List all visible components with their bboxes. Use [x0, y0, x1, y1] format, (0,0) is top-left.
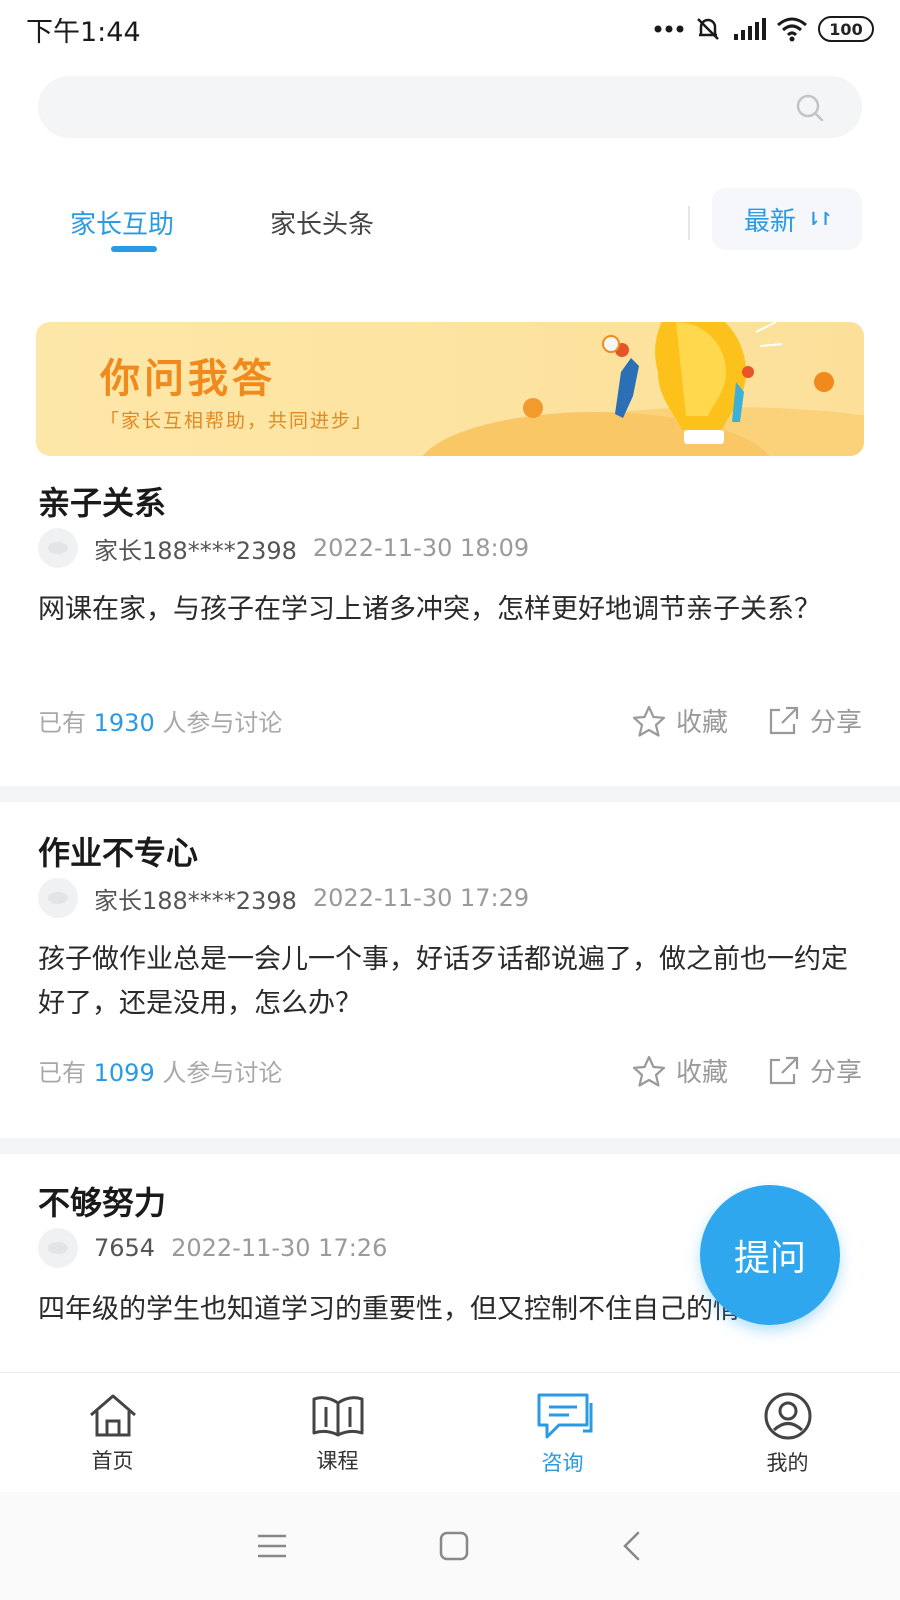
qa-banner[interactable]: 你问我答 「家长互相帮助，共同进步」 — [36, 322, 864, 456]
more-dots-icon — [654, 25, 684, 33]
discussion-count: 已有 1099 人参与讨论 — [38, 1059, 283, 1087]
signal-icon — [734, 18, 766, 40]
favorite-label: 收藏 — [675, 708, 728, 738]
share-button[interactable]: 分享 — [766, 702, 862, 739]
tab-parent-headlines[interactable]: 家长头条 — [270, 204, 374, 241]
sort-label: 最新 — [743, 206, 796, 237]
system-navigation-bar — [0, 1492, 900, 1600]
battery-indicator: 100 — [818, 16, 874, 42]
nav-profile[interactable]: 我的 — [675, 1373, 900, 1492]
share-icon — [769, 1056, 799, 1084]
active-tab-indicator — [111, 246, 157, 252]
home-square-icon[interactable] — [438, 1530, 470, 1562]
banner-title: 你问我答 — [100, 356, 276, 402]
post-meta: 7654 2022-11-30 17:26 — [38, 1228, 387, 1268]
nav-label: 课程 — [316, 1449, 359, 1473]
post-author: 家长188****2398 — [94, 536, 297, 565]
tab-parent-help[interactable]: 家长互助 — [70, 204, 174, 241]
favorite-button[interactable]: 收藏 — [632, 702, 728, 739]
post-footer: 已有 1930 人参与讨论 收藏 分享 — [38, 702, 862, 739]
post-author: 家长188****2398 — [94, 886, 297, 915]
profile-icon — [764, 1392, 811, 1440]
book-icon — [312, 1396, 363, 1437]
share-button[interactable]: 分享 — [766, 1052, 862, 1089]
ask-question-button[interactable]: 提问 — [700, 1185, 840, 1325]
nav-courses[interactable]: 课程 — [225, 1373, 450, 1492]
nav-consult[interactable]: 咨询 — [450, 1373, 675, 1492]
post-footer: 已有 1099 人参与讨论 收藏 分享 — [38, 1052, 862, 1089]
search-icon[interactable] — [794, 92, 826, 124]
battery-level: 100 — [829, 19, 863, 39]
wifi-icon — [777, 17, 807, 42]
post-time: 2022-11-30 17:26 — [171, 1234, 388, 1262]
post-meta: 家长188****2398 2022-11-30 18:09 — [38, 528, 529, 568]
post-body: 孩子做作业总是一会儿一个事，好话歹话都说遍了，做之前也一约定好了，还是没用，怎么… — [38, 944, 848, 1019]
share-icon — [769, 706, 799, 734]
star-icon — [632, 1055, 666, 1087]
eye-icon — [48, 542, 68, 554]
status-icons: 100 — [654, 15, 874, 43]
eye-icon — [48, 892, 68, 904]
search-input[interactable] — [38, 76, 862, 138]
post-author: 7654 — [94, 1234, 156, 1262]
bottom-navigation: 首页 课程 咨询 我的 — [0, 1372, 900, 1492]
sort-latest-button[interactable]: 最新 ⇂↾ — [712, 188, 862, 250]
home-icon — [89, 1394, 136, 1437]
post-title: 作业不专心 — [38, 834, 199, 872]
tab-divider — [688, 206, 690, 240]
post-time: 2022-11-30 17:29 — [312, 884, 530, 912]
post-meta: 家长188****2398 2022-11-30 17:29 — [38, 878, 529, 918]
avatar — [38, 528, 78, 568]
sort-arrows-icon: ⇂↾ — [805, 208, 833, 230]
post-card[interactable]: 亲子关系 家长188****2398 2022-11-30 18:09 网课在家… — [0, 470, 900, 770]
post-time: 2022-11-30 18:09 — [312, 534, 530, 562]
menu-icon[interactable] — [256, 1533, 288, 1559]
share-label: 分享 — [809, 1058, 862, 1088]
discussion-count: 已有 1930 人参与讨论 — [38, 709, 283, 737]
avatar — [38, 1228, 78, 1268]
favorite-button[interactable]: 收藏 — [632, 1052, 728, 1089]
star-icon — [632, 705, 666, 737]
nav-label: 我的 — [766, 1451, 809, 1475]
section-divider — [0, 786, 900, 802]
avatar — [38, 878, 78, 918]
post-title: 不够努力 — [38, 1184, 167, 1222]
category-tabs: 家长互助 家长头条 最新 ⇂↾ — [0, 188, 900, 258]
mute-bell-icon — [697, 18, 719, 40]
nav-label: 首页 — [91, 1449, 134, 1473]
share-label: 分享 — [809, 708, 862, 738]
post-body: 网课在家，与孩子在学习上诸多冲突，怎样更好地调节亲子关系？ — [38, 594, 821, 625]
section-divider — [0, 1138, 900, 1154]
eye-icon — [48, 1242, 68, 1254]
post-title: 亲子关系 — [38, 484, 167, 522]
back-icon[interactable] — [620, 1530, 644, 1562]
banner-subtitle: 「家长互相帮助，共同进步」 — [100, 410, 374, 432]
favorite-label: 收藏 — [675, 1058, 728, 1088]
post-card[interactable]: 作业不专心 家长188****2398 2022-11-30 17:29 孩子做… — [0, 820, 900, 1120]
status-bar: 下午1:44 100 — [0, 0, 900, 58]
nav-home[interactable]: 首页 — [0, 1373, 225, 1492]
nav-label: 咨询 — [541, 1451, 584, 1475]
status-time: 下午1:44 — [26, 16, 141, 48]
chat-icon — [537, 1393, 592, 1439]
